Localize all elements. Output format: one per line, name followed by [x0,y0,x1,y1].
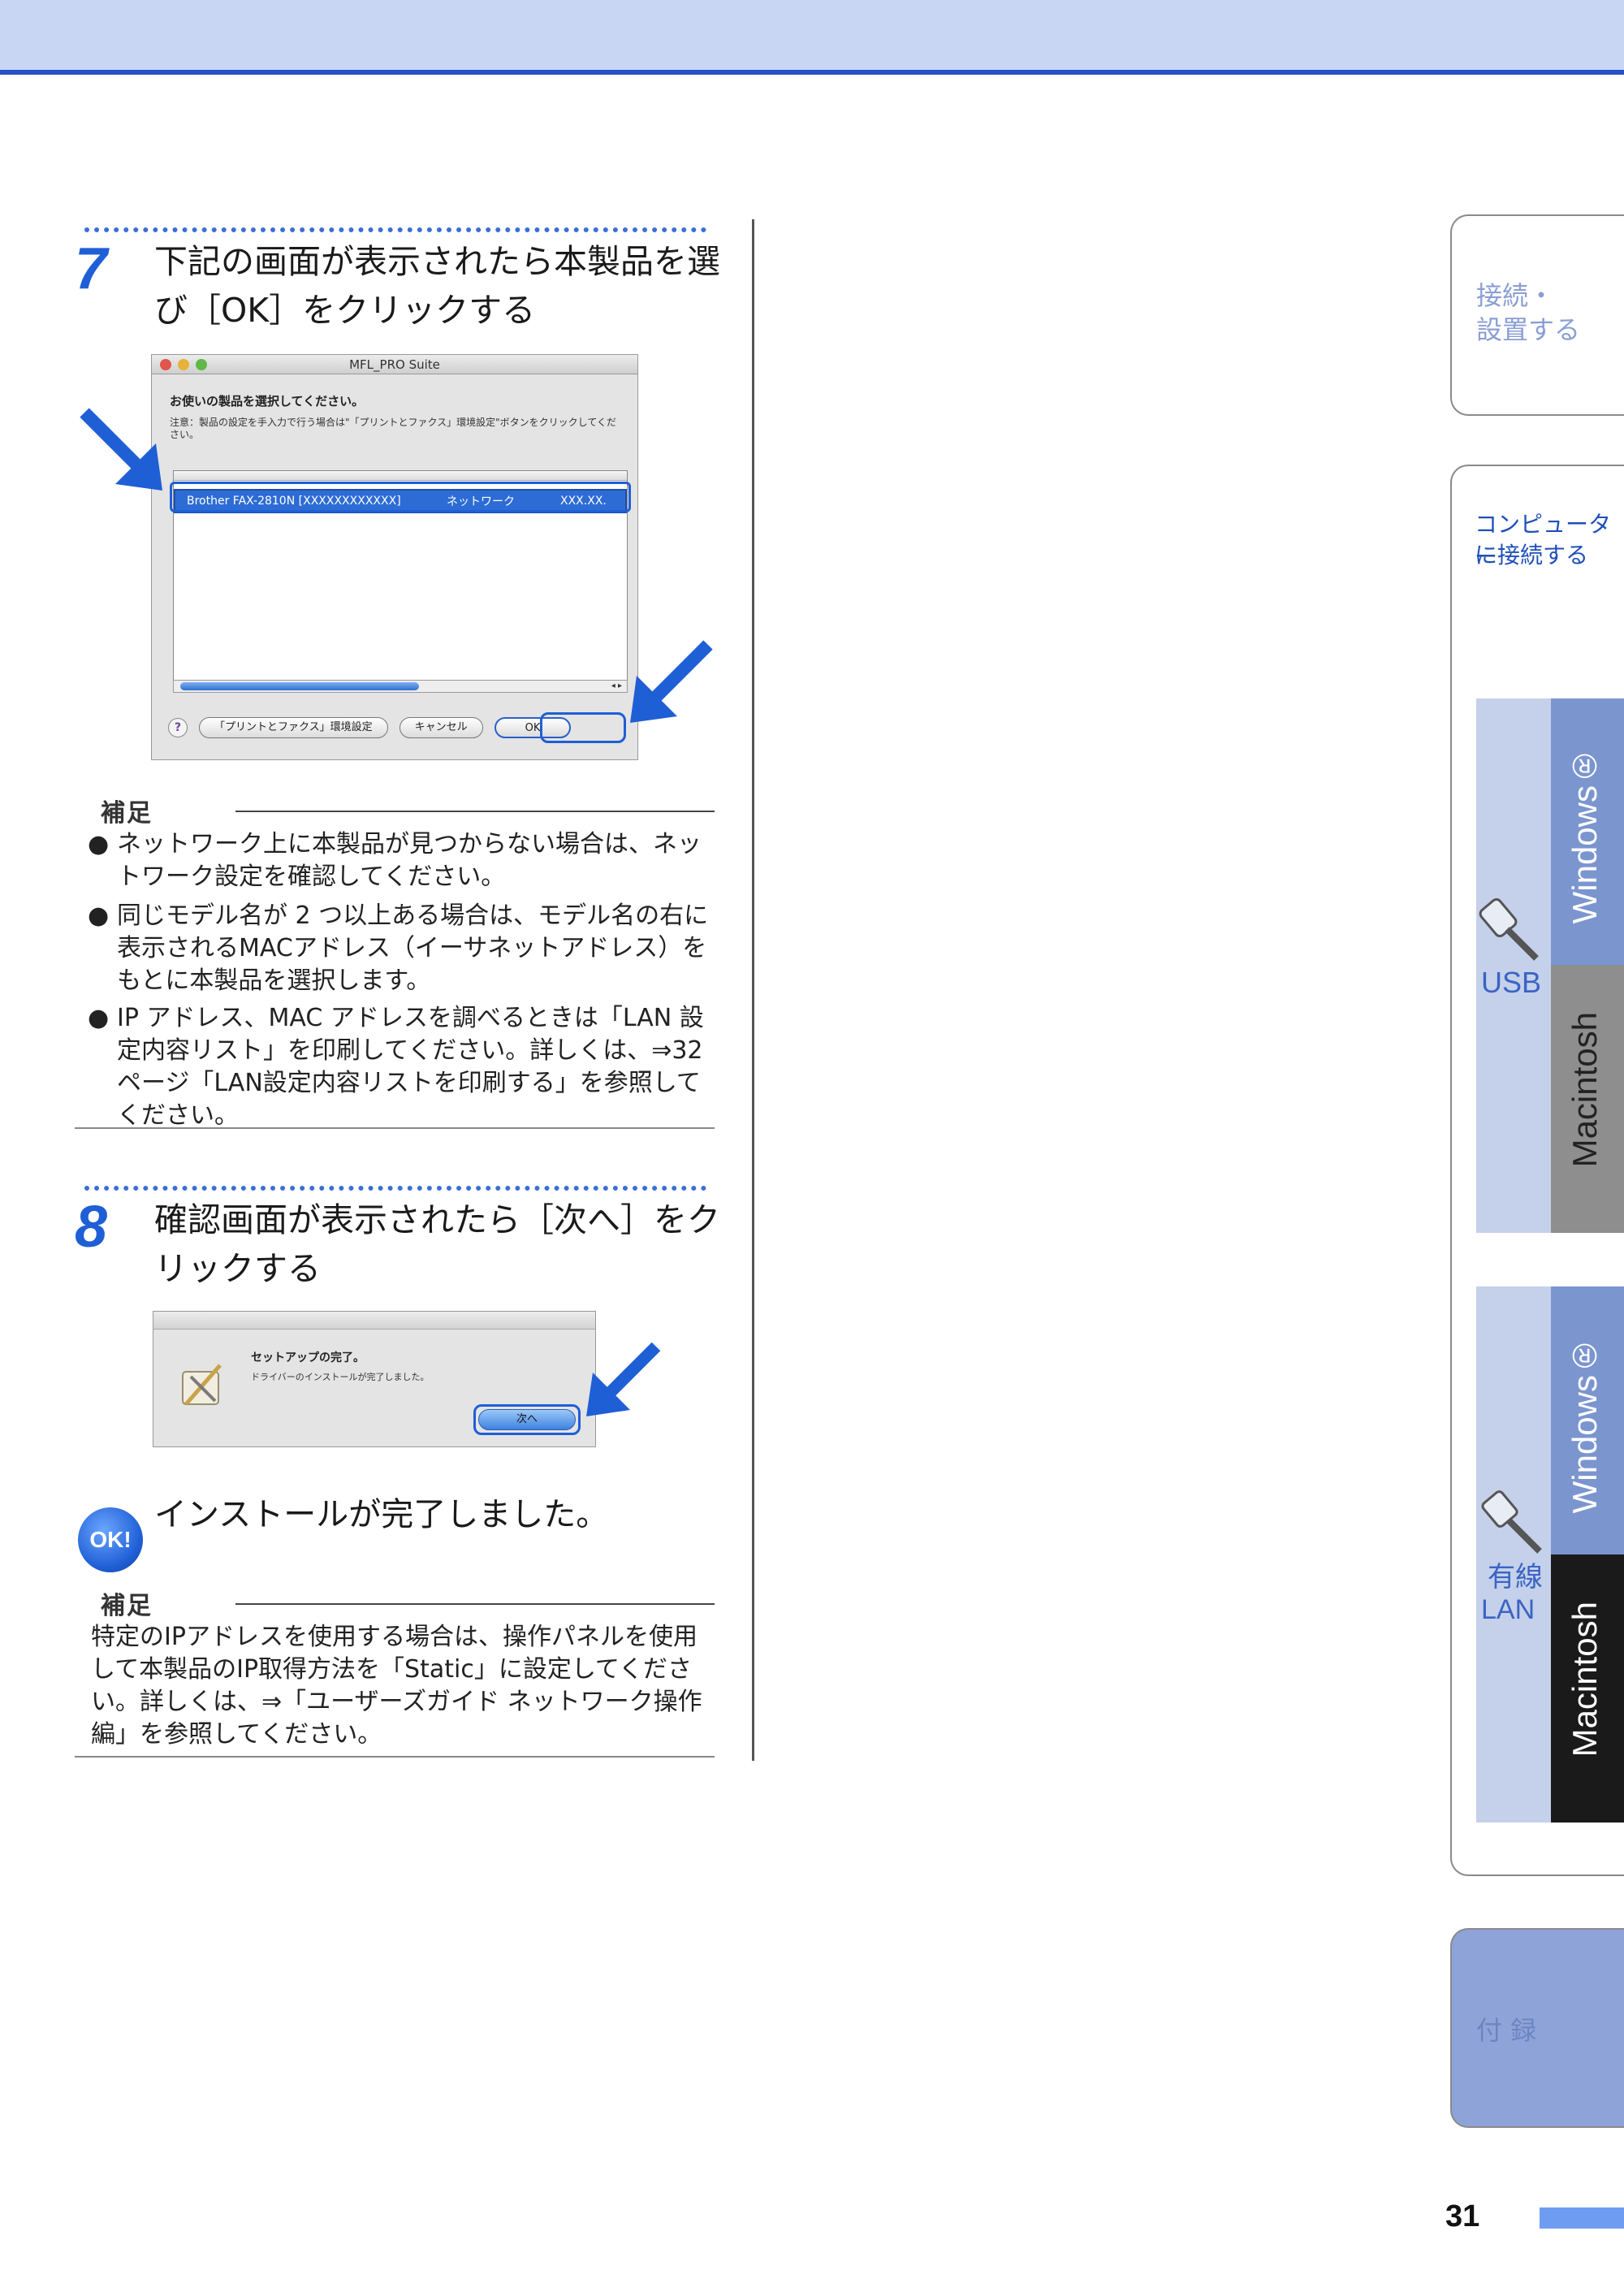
print-fax-settings-button[interactable]: 「プリントとファクス」環境設定 [199,717,388,738]
next-button-highlight [473,1404,581,1435]
step8-dotted-rule [84,1186,706,1191]
cancel-button[interactable]: キャンセル [399,717,483,738]
usb-windows-label: Windows® [1566,747,1604,924]
lan-label: LAN [1481,1594,1535,1625]
dialog-titlebar [153,1312,595,1330]
dialog-note: 注意：製品の設定を手入力で行う場合は"「プリントとファクス」環境設定"ボタンをク… [170,417,616,440]
supplement-rule [235,1603,715,1605]
printer-select-dialog: MFL_PRO Suite お使いの製品を選択してください。 注意：製品の設定を… [151,354,638,760]
bullet-mark: ● [88,830,110,858]
step8-title-line2: リックする [154,1249,321,1288]
header-band [0,0,1624,75]
installer-icon [182,1364,222,1406]
tab-appendix-label: 付 録 [1476,2015,1537,2046]
lan-macintosh-label: Macintosh [1566,1602,1604,1758]
dialog-heading: お使いの製品を選択してください。 [170,394,365,409]
help-button[interactable]: ? [168,718,188,737]
tab-connect-label: に接続する [1475,542,1589,569]
column-divider [752,219,754,1761]
scrollbar-thumb[interactable] [180,682,419,690]
step7-title-line2: び［OK］をクリックする [154,291,536,330]
step7-dotted-rule [84,227,706,232]
supplement-rule [235,811,715,812]
usb-label: USB [1481,966,1542,999]
setup-complete-dialog: セットアップの完了。 ドライバーのインストールが完了しました。 次へ [153,1311,596,1447]
supplement-text: 同じモデル名が 2 つ以上ある場合は、モデル名の右に表示されるMACアドレス（イ… [117,902,709,995]
step8-number: 8 [75,1195,108,1260]
supplement-end-rule [75,1756,715,1758]
page-number-bar [1540,2207,1624,2229]
usb-macintosh-label: Macintosh [1566,1012,1604,1168]
list-header [174,471,627,481]
supplement-tag: 補足 [101,1592,153,1620]
supplement-bullet: ● 同じモデル名が 2 つ以上ある場合は、モデル名の右に表示されるMACアドレス… [88,900,713,997]
scroll-arrows-icon[interactable]: ◂ ▸ [611,681,622,690]
install-complete-text: インストールが完了しました。 [154,1496,609,1533]
ok-button-highlight [540,712,626,743]
supplement-tag: 補足 [101,799,153,828]
dialog-titlebar: MFL_PRO Suite [152,355,637,374]
page-number: 31 [1445,2199,1480,2233]
tab-setup-label: 設置する [1476,314,1581,345]
tab-setup-label: 接続・ [1476,280,1555,311]
lan-cable-icon [1481,1490,1542,1554]
ok-badge-icon: OK! [78,1507,143,1572]
dialog-title: MFL_PRO Suite [349,357,440,372]
selected-row-highlight [170,482,631,512]
supplement-bullet: ● ネットワーク上に本製品が見つからない場合は、ネットワーク設定を確認してくださ… [88,828,713,893]
lan-label: 有線 [1488,1561,1543,1593]
supplement-text: IP アドレス、MAC アドレスを調べるときは「LAN 設定内容リスト」を印刷し… [117,1004,704,1130]
pointer-arrow-icon [630,640,713,723]
step7-number: 7 [75,236,108,301]
lan-windows-label: Windows® [1566,1337,1604,1514]
bullet-mark: ● [88,902,110,930]
supplement-end-rule [75,1127,715,1129]
horizontal-scrollbar[interactable]: ◂ ▸ [173,680,628,693]
supplement-text: ネットワーク上に本製品が見つからない場合は、ネットワーク設定を確認してください。 [117,830,702,891]
step8-title-line1: 確認画面が表示されたら［次へ］をク [154,1200,720,1239]
dialog-subtext: ドライバーのインストールが完了しました。 [251,1372,430,1382]
pointer-arrow-icon [586,1342,661,1416]
dialog-heading: セットアップの完了。 [251,1351,365,1364]
step7-title-line1: 下記の画面が表示されたら本製品を選 [154,242,720,281]
usb-cable-icon [1479,897,1539,961]
supplement-bullet: ● IP アドレス、MAC アドレスを調べるときは「LAN 設定内容リスト」を印… [88,1002,713,1132]
supplement-text: 特定のIPアドレスを使用する場合は、操作パネルを使用して本製品のIP取得方法を「… [91,1623,702,1749]
pointer-arrow-icon [80,408,162,491]
bullet-mark: ● [88,1004,110,1032]
